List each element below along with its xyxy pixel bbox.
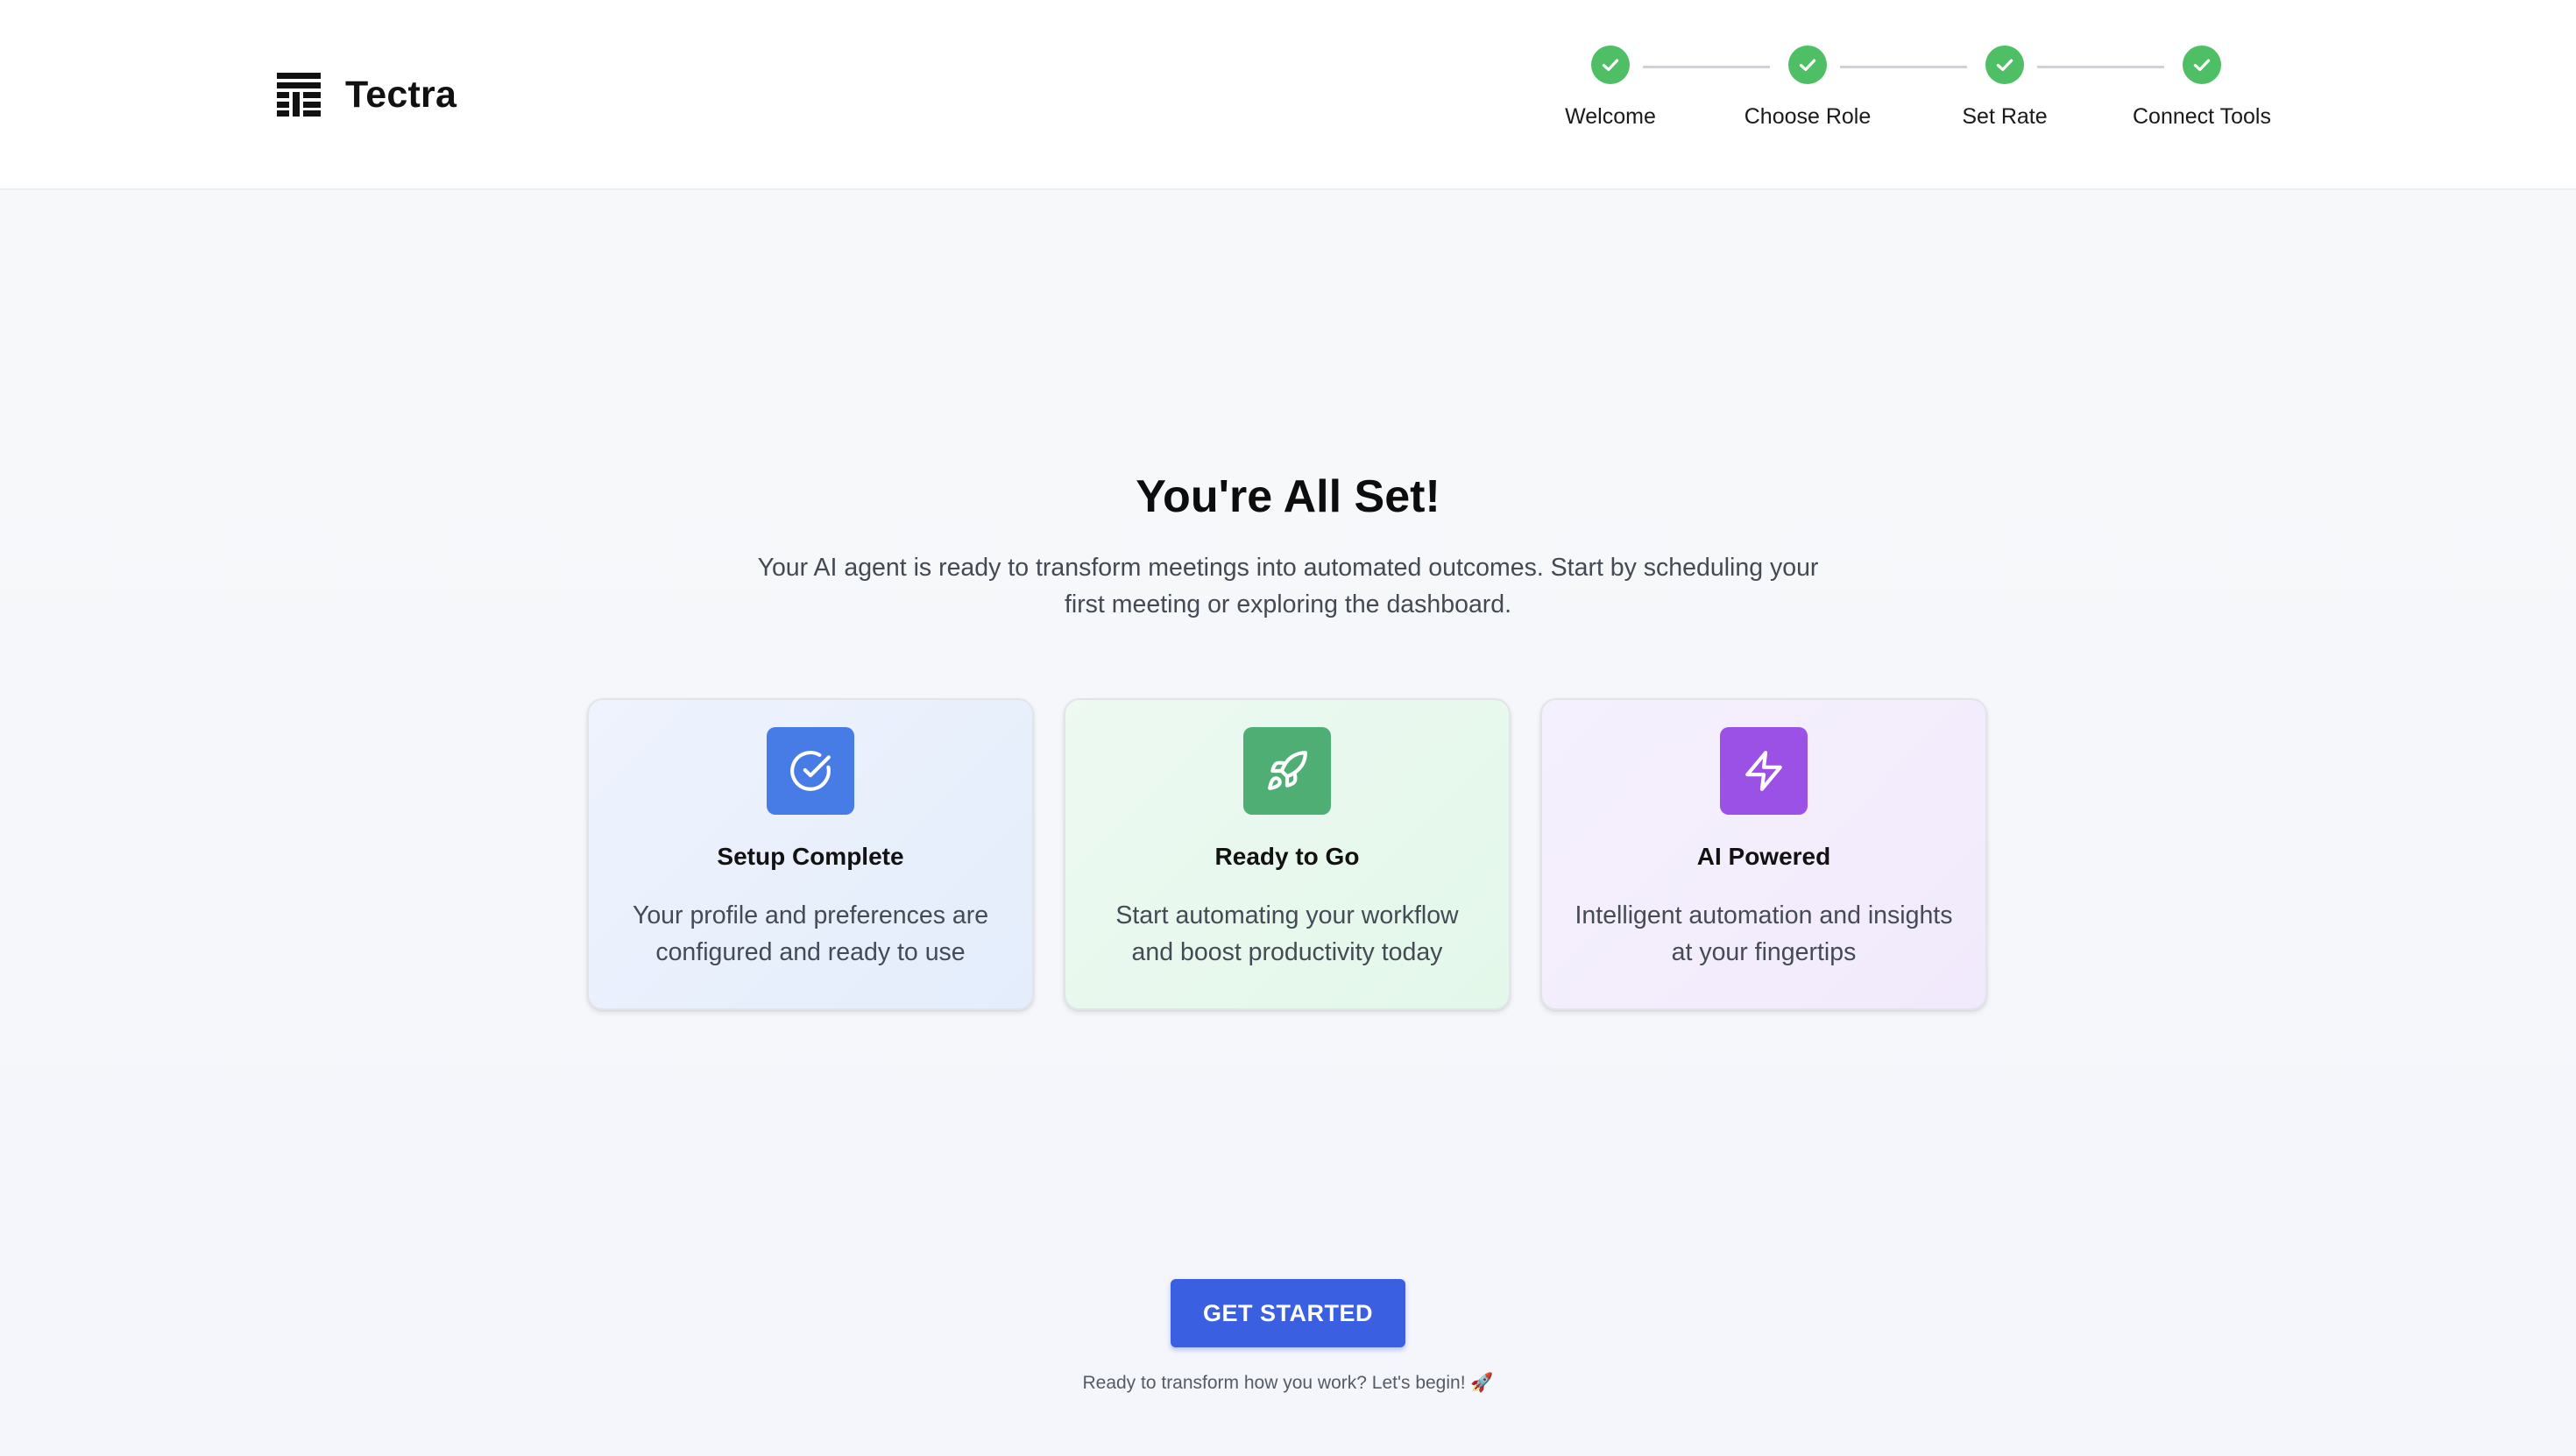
step-welcome[interactable]: Welcome <box>1505 46 1716 130</box>
step-label: Welcome <box>1565 104 1656 129</box>
step-label: Connect Tools <box>2133 104 2271 129</box>
check-circle-icon <box>767 727 854 815</box>
card-ready-to-go: Ready to Go Start automating your workfl… <box>1064 698 1511 1010</box>
step-label: Choose Role <box>1744 104 1872 129</box>
step-label: Set Rate <box>1962 104 2048 129</box>
lightning-icon <box>1720 727 1808 815</box>
card-title: Setup Complete <box>717 843 904 870</box>
page-subtitle: Your AI agent is ready to transform meet… <box>757 554 1819 618</box>
top-header: Tectra Welcome Choose Role Set Rate Conn… <box>0 0 2576 190</box>
card-setup-complete: Setup Complete Your profile and preferen… <box>587 698 1034 1010</box>
step-complete-icon <box>2183 46 2221 84</box>
card-description: Your profile and preferences are configu… <box>632 901 989 966</box>
logo-icon <box>277 73 321 117</box>
card-description: Intelligent automation and insights at y… <box>1575 901 1953 966</box>
step-complete-icon <box>1788 46 1827 84</box>
step-complete-icon <box>1591 46 1630 84</box>
step-connect-tools[interactable]: Connect Tools <box>2097 46 2307 130</box>
brand-name: Tectra <box>345 73 457 116</box>
brand[interactable]: Tectra <box>277 72 456 117</box>
page-title: You're All Set! <box>1136 471 1440 522</box>
card-title: AI Powered <box>1696 843 1831 870</box>
rocket-icon <box>1243 727 1331 815</box>
onboarding-stepper: Welcome Choose Role Set Rate Connect Too… <box>1542 46 2331 151</box>
step-complete-icon <box>1985 46 2024 84</box>
card-title: Ready to Go <box>1214 843 1360 870</box>
footnote-text: Ready to transform how you work? Let's b… <box>1082 1373 1494 1393</box>
feature-cards: Setup Complete Your profile and preferen… <box>587 698 1989 1014</box>
step-set-rate[interactable]: Set Rate <box>1900 46 2110 130</box>
card-ai-powered: AI Powered Intelligent automation and in… <box>1540 698 1987 1010</box>
step-choose-role[interactable]: Choose Role <box>1702 46 1913 130</box>
get-started-button[interactable]: GET STARTED <box>1171 1279 1405 1347</box>
main-content: You're All Set! Your AI agent is ready t… <box>0 190 2576 1456</box>
card-description: Start automating your workflow and boost… <box>1115 901 1459 966</box>
